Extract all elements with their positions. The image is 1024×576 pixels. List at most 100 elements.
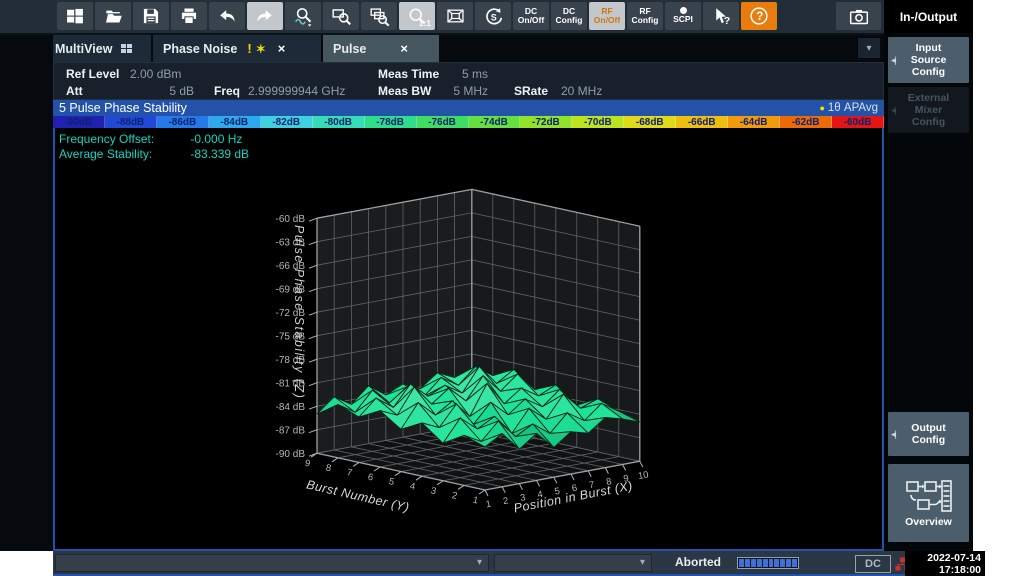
dc-config-button[interactable]: DC Config [551,2,587,30]
meas-time-value[interactable]: 5 ms [428,67,488,81]
window-title: 5 Pulse Phase Stability [59,101,187,115]
softkey-overview-label: Overview [905,516,952,528]
undo-arrow-icon [217,7,237,26]
progress-segment [757,559,762,567]
frequency-offset-label: Frequency Offset: [59,132,187,147]
att-value[interactable]: 5 dB [134,84,194,98]
tab-phase-noise[interactable]: Phase Noise ! ✶ × [153,35,321,62]
progress-segment [786,559,791,567]
save-button[interactable] [133,2,169,30]
softkey-arrow-icon: ◂| [891,104,896,116]
rf-onoff-label-2: On/Off [594,16,620,26]
scpi-button[interactable]: SCPI [665,2,701,30]
tab-multiview[interactable]: MultiView [45,35,151,62]
grid-line [395,472,401,476]
progress-segment [769,559,774,567]
color-scale-label: -72dB [520,116,572,128]
zoom-trace-button[interactable] [285,2,321,30]
color-scale-label: -70dB [572,116,624,128]
grid-line [309,265,317,268]
screenshot-button[interactable] [836,2,881,30]
tab-pulse-close-icon[interactable]: × [400,41,408,56]
trace-info-label: 1θ APAvg [828,102,878,114]
dc-onoff-button[interactable]: DC On/Off [513,2,549,30]
softkey-output-config[interactable]: ◂| Output Config [888,412,969,456]
meas-bw-value[interactable]: 5 MHz [428,84,488,98]
x-tick-label: 2 [502,495,509,507]
tab-list-dropdown[interactable]: ▾ [858,38,880,58]
y-tick-label: 2 [451,490,458,502]
progress-segment [763,559,768,567]
progress-segment [774,559,779,567]
freq-value[interactable]: 2.999999944 GHz [248,84,345,98]
softkey-arrow-icon: ◂| [891,428,896,440]
grid-line [332,458,338,462]
grid-line [571,474,574,480]
tab-pulse-label: Pulse [333,42,366,56]
rf-config-button[interactable]: RF Config [627,2,663,30]
channel-dropdown[interactable]: ▾ [494,554,652,572]
tab-phase-noise-close-icon[interactable]: × [278,41,286,56]
zoom-select-button[interactable] [323,2,359,30]
grid-line [485,490,488,496]
grid-line [458,485,464,489]
date-time-display: 2022-07-14 17:18:00 [905,551,985,576]
tab-pulse[interactable]: Pulse × [323,35,439,62]
measurement-state-label: Aborted [663,555,733,569]
grid-line [309,312,317,315]
grid-line [537,480,540,486]
tab-phase-noise-label: Phase Noise [163,42,237,56]
grid-line [640,461,643,467]
softkey-input-source-config-label: Input Source Config [911,42,947,78]
ref-level-value[interactable]: 2.00 dBm [130,67,181,81]
softkey-overview[interactable]: Overview [888,464,969,542]
window-frame-icon [445,6,466,26]
open-file-button[interactable] [95,2,131,30]
undo-button[interactable] [209,2,245,30]
color-scale-label: -60dB [832,116,884,128]
x-tick-label: 1 [485,499,492,511]
alert-icon: ! [247,41,251,56]
average-stability-value: -83.339 dB [190,147,249,161]
y-tick-label: 8 [325,462,332,474]
softkey-input-source-config[interactable]: ◂| Input Source Config [888,37,969,83]
color-scale-label: -78dB [365,116,417,128]
status-bar: ▾ ▾ Aborted DC 2022-07-14 17:18:00 [53,551,985,576]
progress-segment [745,559,750,567]
chevron-down-icon: ▾ [640,557,645,568]
srate-value[interactable]: 20 MHz [561,84,602,98]
zoom-multiple-icon [369,6,390,27]
date-label: 2022-07-14 [905,552,981,564]
window-arrange-button[interactable] [437,2,473,30]
svg-text:S: S [490,12,496,22]
color-scale-label: -64dB [728,116,780,128]
sequencer-dropdown[interactable]: ▾ [55,554,489,572]
scpi-label: SCPI [673,15,693,25]
pointer-help-icon: ? [711,6,732,27]
rf-config-label-2: Config [632,16,659,26]
print-button[interactable] [171,2,207,30]
3d-surface-plot: -60 dB-63 dB-66 dB-69 dB-72 dB-75 dB-78 … [55,128,882,547]
grid-line [605,468,608,474]
softkey-arrow-icon: ◂| [891,54,896,66]
windows-start-button[interactable] [57,2,93,30]
time-label: 17:18:00 [905,564,981,576]
color-scale-label: -80dB [313,116,365,128]
svg-text:?: ? [756,9,763,23]
dc-onoff-label-2: On/Off [518,16,544,26]
multiview-grid-icon [121,44,132,53]
help-button[interactable]: ? [741,2,777,30]
redo-button [247,2,283,30]
color-scale-label: -90dB [53,116,105,128]
grid-line [309,336,317,339]
grid-line [374,467,380,471]
softkey-external-mixer-config-label: External Mixer Config [908,92,949,128]
context-help-button[interactable]: ? [703,2,739,30]
progress-segment [739,559,744,567]
star-icon: ✶ [256,42,266,56]
y-tick-label: 6 [367,472,374,484]
left-gutter [0,35,53,551]
sweep-refresh-button[interactable]: S [475,2,511,30]
y-tick-label: 9 [304,458,311,470]
zoom-multiple-button[interactable] [361,2,397,30]
